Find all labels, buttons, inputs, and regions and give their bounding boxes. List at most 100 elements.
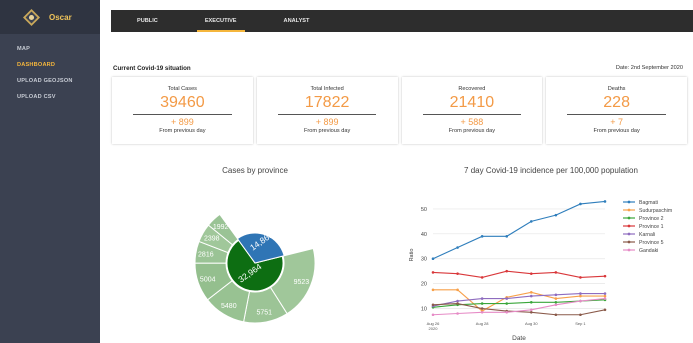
sidebar-item-dashboard[interactable]: DASHBOARD (0, 57, 100, 73)
data-point[interactable] (480, 235, 484, 238)
data-point[interactable] (431, 303, 435, 307)
data-point[interactable] (603, 297, 607, 300)
data-point[interactable] (603, 308, 607, 312)
legend-label[interactable]: Gandaki (639, 248, 658, 254)
series-line[interactable] (432, 200, 606, 260)
y-axis-label: Ratio (409, 249, 415, 262)
data-point[interactable] (431, 313, 435, 317)
cases-by-province-chart[interactable]: 952357515480500428162398199232,96414,868 (180, 176, 340, 343)
data-point[interactable] (529, 310, 533, 314)
data-point[interactable] (480, 297, 484, 300)
data-point[interactable] (603, 274, 607, 278)
card-deaths: Deaths 228 + 7 From previous day (546, 77, 687, 144)
data-point[interactable] (554, 303, 558, 307)
y-tick-label: 30 (421, 257, 427, 263)
data-point[interactable] (579, 313, 582, 317)
data-point[interactable] (579, 292, 582, 295)
card-subtitle: From previous day (303, 128, 351, 134)
y-tick-label: 20 (421, 282, 427, 288)
data-point[interactable] (480, 307, 484, 310)
card-title: Total Cases (167, 86, 197, 92)
data-point[interactable] (505, 235, 509, 238)
legend-label[interactable]: Karnali (639, 232, 655, 238)
pie-outer-label: 2816 (198, 251, 214, 258)
data-point[interactable] (456, 246, 459, 249)
legend-label[interactable]: Province 1 (639, 224, 664, 230)
data-point[interactable] (529, 294, 533, 298)
data-point[interactable] (431, 257, 435, 261)
data-point[interactable] (529, 291, 533, 294)
brand[interactable]: Oscar (0, 0, 100, 34)
data-point[interactable] (431, 271, 435, 274)
card-recovered: Recovered 21410 + 588 From previous day (401, 77, 543, 144)
data-point[interactable] (554, 213, 558, 217)
pie-outer-label: 5480 (221, 303, 237, 310)
pie-outer-label: 1992 (213, 224, 229, 231)
sidebar-item-upload-geojson[interactable]: UPLOAD GEOJSON (0, 73, 100, 89)
data-point[interactable] (554, 313, 558, 317)
data-point[interactable] (554, 293, 558, 297)
sidebar-item-upload-csv[interactable]: UPLOAD CSV (0, 89, 100, 105)
data-point[interactable] (579, 276, 582, 279)
data-point[interactable] (554, 297, 558, 300)
card-divider (567, 114, 666, 115)
data-point[interactable] (480, 276, 484, 279)
data-point[interactable] (554, 301, 558, 304)
data-point[interactable] (456, 299, 459, 303)
sidebar: Oscar MAP DASHBOARD UPLOAD GEOJSON UPLOA… (0, 0, 100, 343)
legend-label[interactable]: Province 2 (639, 216, 664, 222)
data-point[interactable] (529, 308, 533, 312)
data-point[interactable] (480, 310, 484, 314)
legend-marker (627, 224, 631, 228)
app-root: Oscar MAP DASHBOARD UPLOAD GEOJSON UPLOA… (0, 0, 693, 343)
y-tick-label: 40 (421, 232, 427, 238)
data-point[interactable] (505, 310, 509, 314)
data-point[interactable] (579, 202, 582, 206)
tab-analyst[interactable]: ANALYST (284, 10, 310, 32)
data-point[interactable] (505, 269, 509, 273)
data-point[interactable] (529, 220, 533, 223)
legend-marker (627, 216, 631, 220)
data-point[interactable] (603, 294, 607, 298)
pie-outer-label: 2398 (204, 235, 220, 242)
data-point[interactable] (505, 302, 509, 305)
data-point[interactable] (554, 271, 558, 274)
card-subtitle: From previous day (448, 128, 496, 134)
pie-outer-label: 9523 (294, 279, 310, 286)
pie-outer-label: 5004 (200, 277, 216, 284)
card-delta: + 899 (315, 117, 339, 127)
x-axis-label: Date (512, 335, 526, 342)
tab-executive[interactable]: EXECUTIVE (196, 10, 245, 32)
data-point[interactable] (456, 272, 459, 275)
data-point[interactable] (603, 200, 607, 203)
legend-marker (627, 248, 631, 252)
pie-chart-title: Cases by province (222, 166, 288, 175)
data-point[interactable] (579, 299, 582, 303)
legend-label[interactable]: Province 5 (639, 240, 664, 246)
x-tick-label: Aug 28 (476, 321, 489, 326)
data-point[interactable] (603, 292, 607, 295)
stat-cards: Total Cases 39460 + 899 From previous da… (112, 77, 687, 144)
data-point[interactable] (505, 297, 509, 300)
legend-marker (627, 208, 631, 212)
sidebar-item-map[interactable]: MAP (0, 41, 100, 57)
series-line[interactable] (432, 270, 606, 278)
data-point[interactable] (456, 312, 459, 315)
data-point[interactable] (529, 272, 533, 275)
pie-outer-label: 5751 (256, 310, 272, 317)
data-point[interactable] (579, 294, 582, 298)
incidence-line-chart[interactable]: 1020304050Aug 262020Aug 28 Aug 30 Sep 1Rat… (395, 180, 690, 343)
data-point[interactable] (529, 301, 533, 304)
data-point[interactable] (480, 302, 484, 305)
tab-public[interactable]: PUBLIC (137, 10, 158, 32)
data-point[interactable] (456, 288, 459, 292)
card-value: 39460 (160, 94, 205, 111)
data-point[interactable] (456, 302, 459, 305)
card-value: 228 (603, 94, 630, 111)
card-subtitle: From previous day (593, 128, 640, 134)
card-delta: + 7 (610, 117, 623, 127)
legend-label[interactable]: Bagmati (639, 200, 658, 206)
legend-label[interactable]: Sudurpaschim (639, 208, 672, 214)
data-point[interactable] (431, 288, 435, 292)
logo-icon (23, 8, 40, 26)
